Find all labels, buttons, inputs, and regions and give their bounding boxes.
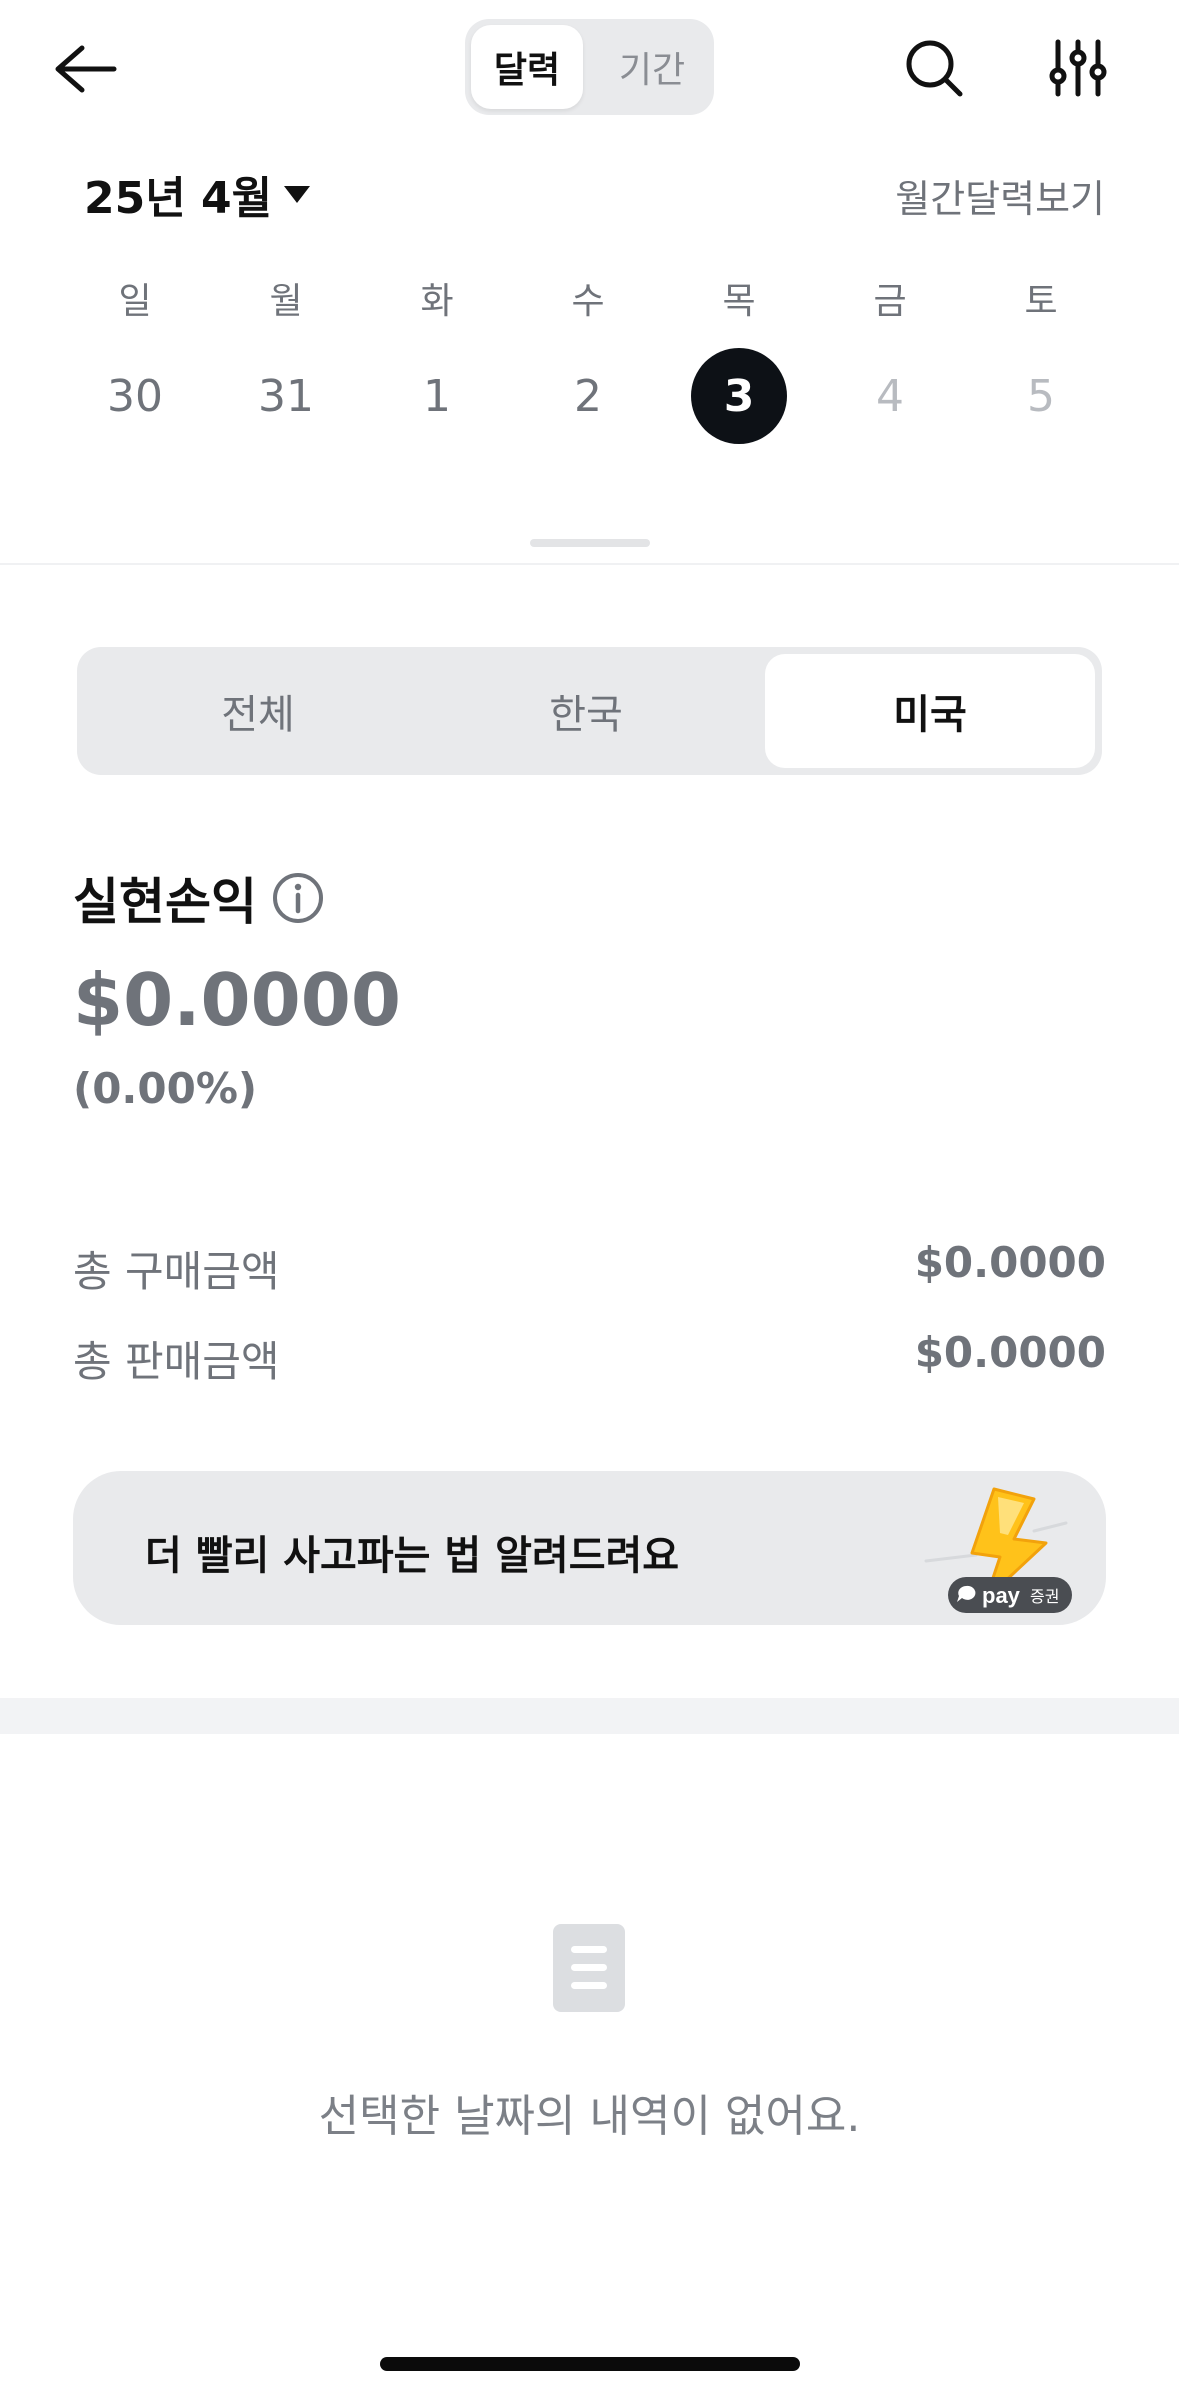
home-indicator[interactable] [380,2357,800,2371]
realized-pl-title: 실현손익 [73,873,257,931]
total-sell-value: $0.0000 [914,1328,1106,1377]
mode-period-tab[interactable]: 기간 [596,25,708,109]
search-button[interactable] [896,30,972,106]
caret-down-icon [284,186,311,203]
weekday-thu: 목 [722,281,756,322]
total-buy-value: $0.0000 [914,1238,1106,1287]
date-cell[interactable]: 4 [840,348,940,444]
date-cell[interactable]: 5 [991,348,1091,444]
date-number: 30 [107,370,163,422]
realized-pl-header: 실현손익 [73,862,325,934]
weekday-mon: 월 [269,281,303,322]
realized-pl-amount: $0.0000 [73,958,401,1042]
market-tab-korea[interactable]: 한국 [421,654,751,768]
realized-pl-rate: (0.00%) [73,1064,258,1113]
monthly-calendar-link[interactable]: 월간달력보기 [895,168,1105,223]
date-cell[interactable]: 2 [538,348,638,444]
info-button[interactable] [271,871,325,925]
weekday-tue: 화 [420,281,454,322]
arrow-left-icon [55,45,117,93]
view-mode-toggle: 달력 기간 [465,19,714,115]
weekday-wed: 수 [571,281,605,322]
date-number: 31 [258,370,314,422]
date-number: 2 [574,370,602,422]
info-icon [273,873,323,923]
mode-calendar-tab[interactable]: 달력 [471,25,583,109]
market-tab-all[interactable]: 전체 [93,654,423,768]
date-cell[interactable]: 1 [387,348,487,444]
sliders-icon [1049,39,1107,97]
market-tab-usa[interactable]: 미국 [765,654,1095,768]
sheet-drag-handle[interactable] [530,539,650,547]
banner-pay-brand: pay [982,1583,1021,1608]
date-cell[interactable]: 30 [85,348,185,444]
promo-banner-text: 더 빨리 사고파는 법 알려드려요 [145,1533,680,1579]
filter-button[interactable] [1040,30,1116,106]
market-segment-control: 전체 한국 미국 [77,647,1102,775]
banner-brand-suffix: 증권 [1030,1587,1059,1606]
total-sell-label: 총 판매금액 [73,1337,280,1386]
date-number: 5 [1027,370,1055,422]
section-divider [0,1698,1179,1734]
month-selector[interactable]: 25년 4월 [84,164,312,224]
date-cell-selected[interactable]: 3 [689,348,789,444]
document-icon [553,1924,625,2012]
search-icon [906,40,963,97]
empty-state-message: 선택한 날짜의 내역이 없어요. [318,2091,861,2142]
date-number: 1 [423,370,451,422]
month-label: 25년 4월 [84,173,273,224]
total-buy-label: 총 구매금액 [73,1247,280,1296]
date-cell[interactable]: 31 [236,348,336,444]
back-button[interactable] [46,30,124,108]
date-number: 4 [876,370,904,422]
weekday-sat: 토 [1024,281,1058,322]
divider [0,563,1179,565]
date-number: 3 [691,348,787,444]
weekday-fri: 금 [873,281,907,322]
weekday-sun: 일 [118,281,152,322]
lightning-bolt-icon: pay 증권 [924,1487,1072,1613]
promo-banner[interactable]: 더 빨리 사고파는 법 알려드려요 pay 증권 [73,1471,1106,1625]
